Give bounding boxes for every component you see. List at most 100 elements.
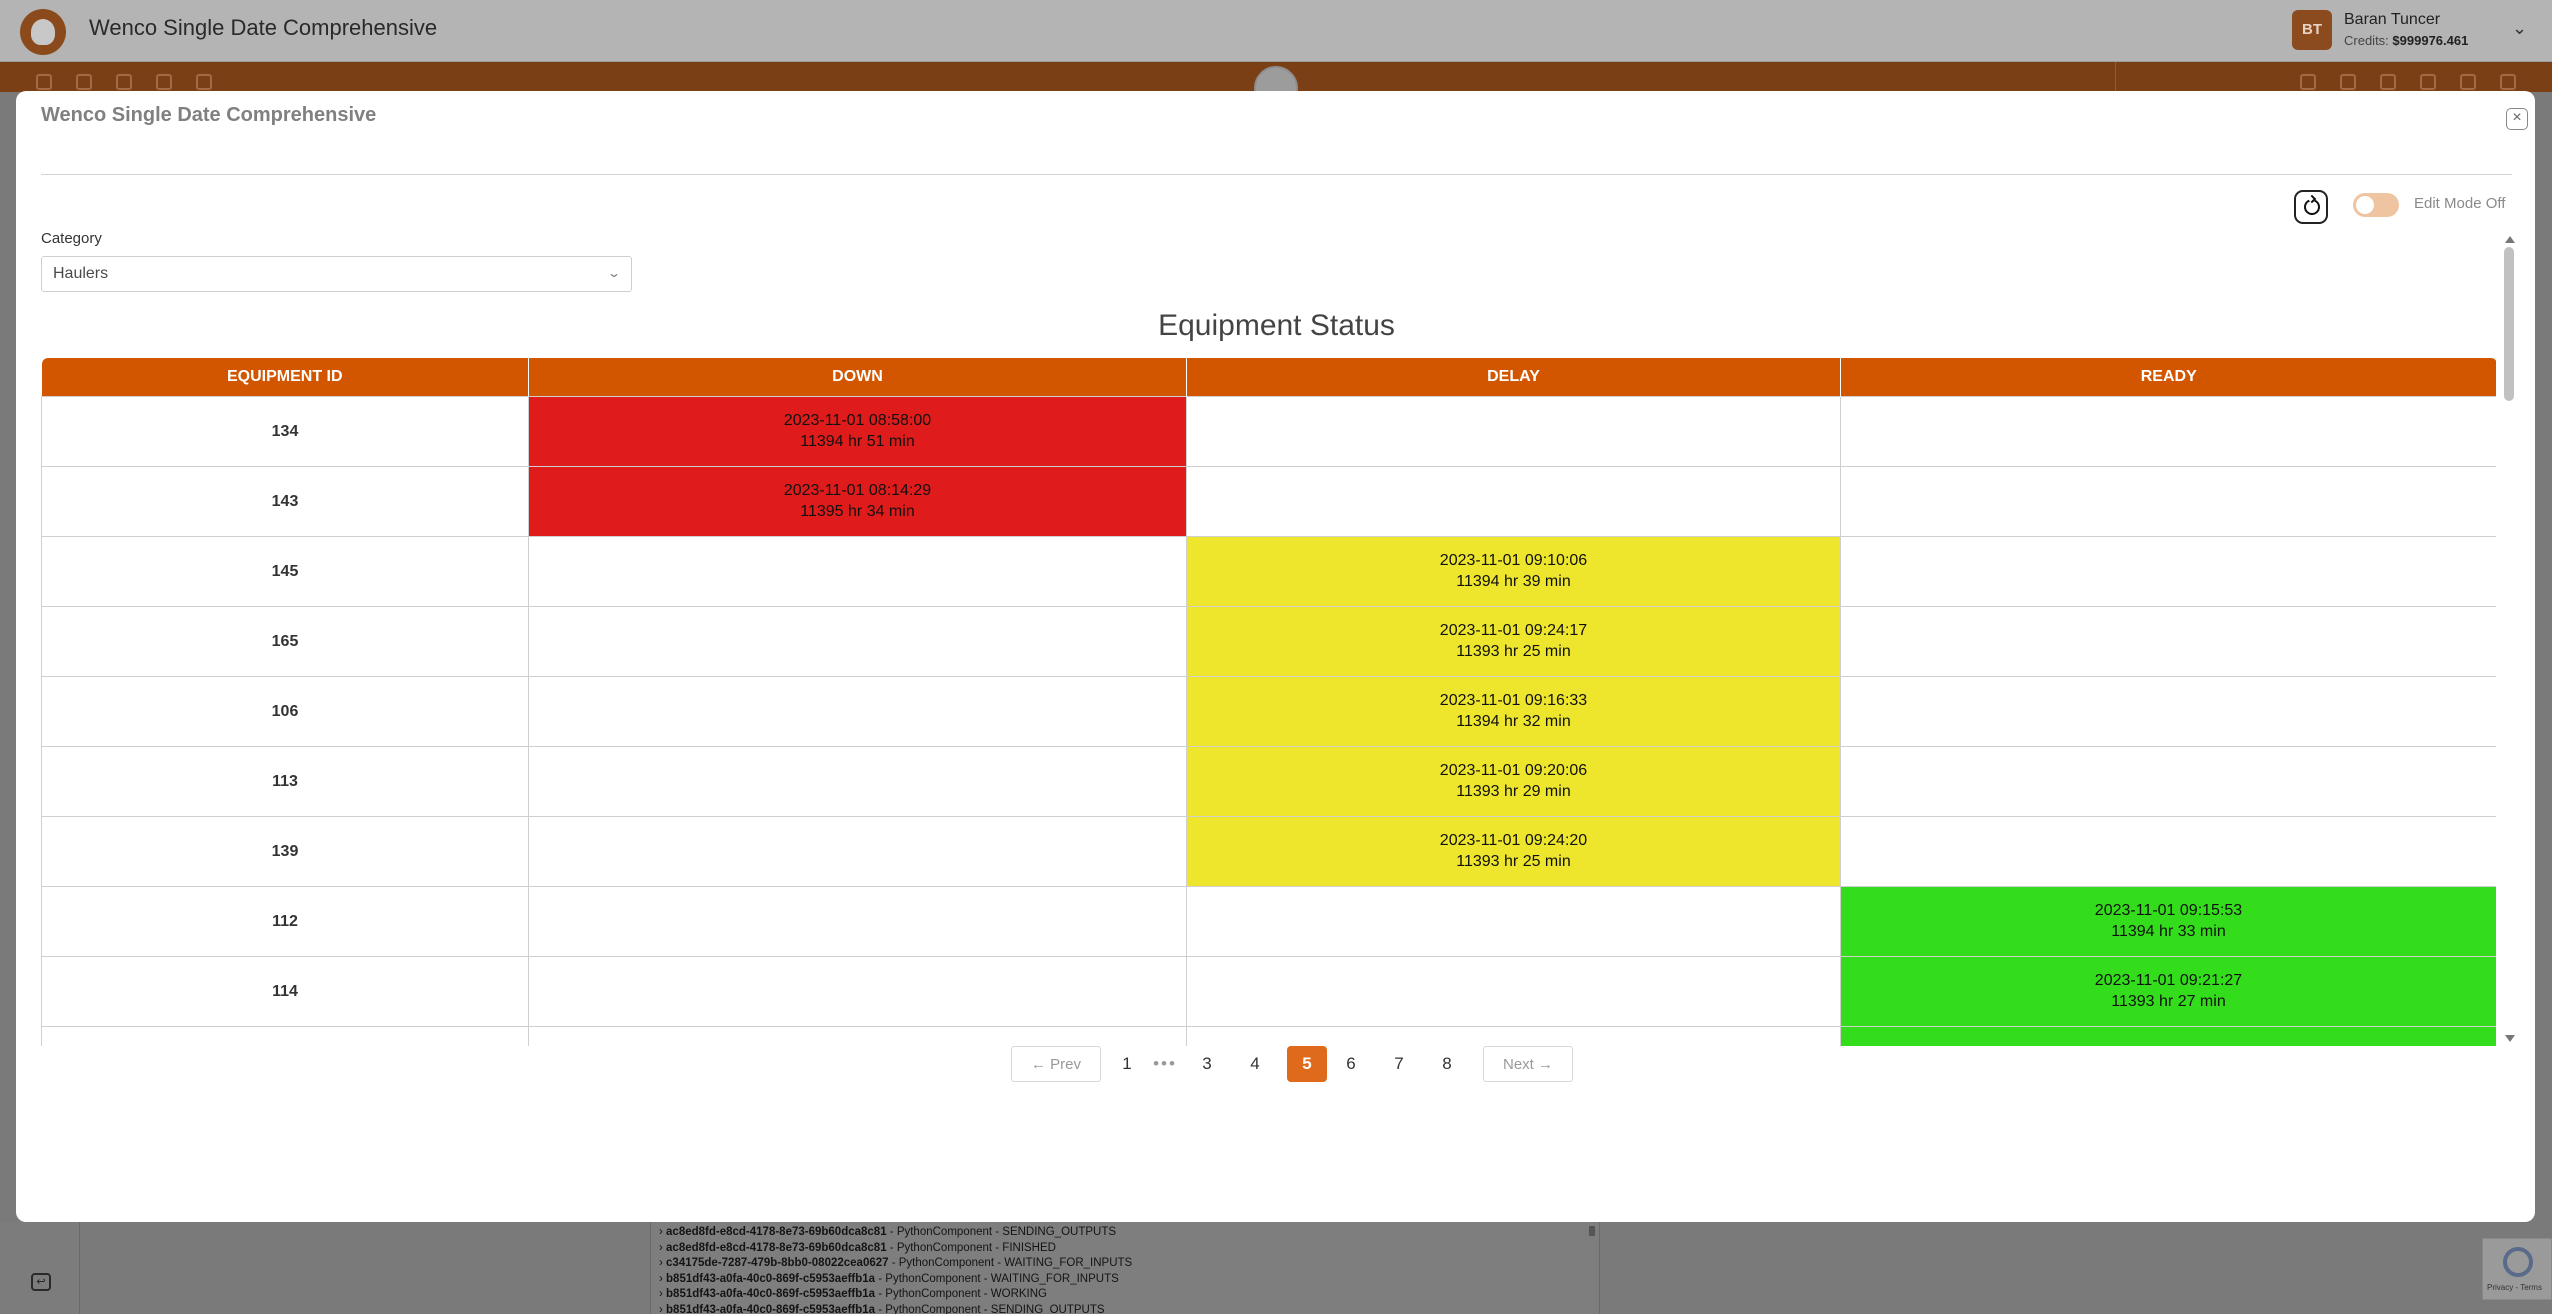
chevron-down-icon: ⌄ [606,266,622,280]
user-credits: Credits: $999976.461 [2344,33,2468,48]
col-ready[interactable]: READY [1840,358,2496,396]
page-1[interactable]: 1 [1111,1046,1143,1082]
arrow-left-icon: ← [1030,1056,1046,1073]
component-status: - PythonComponent - WAITING_FOR_INPUTS [875,1272,1119,1285]
recaptcha-icon [2503,1247,2533,1277]
layout-icon[interactable] [2340,74,2356,90]
recaptcha-footer[interactable]: Privacy - Terms [2487,1283,2542,1292]
credits-label: Credits: [2344,33,2389,48]
delay-cell: 2023-11-01 09:24:17 11393 hr 25 min [1186,605,1841,677]
refresh-button[interactable] [2294,190,2328,224]
table-row: 114 2023-11-01 09:21:27 11393 hr 27 min [41,955,2496,1027]
app-logo[interactable] [20,9,66,55]
status-time: 2023-11-01 09:21:27 [2094,972,2243,989]
status-duration: 11393 hr 29 min [1456,783,1571,800]
down-cell [528,885,1187,957]
redo-icon[interactable] [76,74,92,90]
comment-icon[interactable] [2380,74,2396,90]
page-4[interactable]: 4 [1239,1046,1271,1082]
status-duration: 11393 hr 27 min [2111,993,2226,1010]
page-5-current[interactable]: 5 [1287,1046,1327,1082]
component-status: - PythonComponent - FINISHED [886,1241,1056,1254]
equipment-id-cell: 114 [41,955,529,1027]
status-duration: 11394 hr 32 min [1456,713,1571,730]
down-cell [528,675,1187,747]
chevron-right-icon: › [659,1288,667,1300]
console-line: › c34175de-7287-479b-8bb0-08022cea0627 -… [659,1256,1599,1272]
category-value: Haulers [53,265,109,282]
copy-icon[interactable] [116,74,132,90]
save-icon[interactable] [156,74,172,90]
delete-icon[interactable] [2500,74,2516,90]
page-7[interactable]: 7 [1383,1046,1415,1082]
scroll-thumb[interactable] [2504,247,2514,401]
ready-cell: 2023-11-01 09:18:55 [1840,1025,2496,1046]
component-id: b851df43-a0fa-40c0-869f-c5953aeffb1a [666,1303,876,1314]
table-row: 113 2023-11-01 09:20:06 11393 hr 29 min [41,745,2496,817]
down-cell: 2023-11-01 08:58:00 11394 hr 51 min [528,395,1187,467]
next-page-button[interactable]: Next → [1483,1046,1573,1082]
modal-title: Wenco Single Date Comprehensive [41,104,377,126]
equipment-id-cell: 106 [41,675,529,747]
undo-icon[interactable] [36,74,52,90]
table-row: 139 2023-11-01 09:24:20 11393 hr 25 min [41,815,2496,887]
equipment-id-cell: 143 [41,465,529,537]
ready-cell [1840,815,2496,887]
console-log: › ac8ed8fd-e8cd-4178-8e73-69b60dca8c81 -… [650,1222,1600,1314]
chevron-right-icon: › [659,1241,667,1254]
credits-value: $999976.461 [2392,33,2469,48]
delay-cell: 2023-11-01 09:10:06 11394 hr 39 min [1186,535,1841,607]
ready-cell: 2023-11-01 09:21:27 11393 hr 27 min [1840,955,2496,1027]
arrow-right-icon: → [1538,1056,1553,1073]
settings-icon[interactable] [196,74,212,90]
edit-mode-label: Edit Mode Off [2414,195,2506,212]
export-icon[interactable] [2300,74,2316,90]
status-duration: 11394 hr 33 min [2111,923,2226,940]
component-status: - PythonComponent - SENDING_OUTPUTS [875,1303,1105,1314]
equipment-status-table: EQUIPMENT ID DOWN DELAY READY 134 2023-11… [41,358,2496,1046]
table-header-row: EQUIPMENT ID DOWN DELAY READY [41,358,2496,396]
table-row: 2023-11-01 09:18:55 [41,1025,2496,1046]
equipment-id-cell: 165 [41,605,529,677]
table-row: 145 2023-11-01 09:10:06 11394 hr 39 min [41,535,2496,607]
ready-cell [1840,745,2496,817]
status-time: 2023-11-01 08:14:29 [783,482,932,499]
category-select[interactable]: Haulers ⌄ [41,256,632,292]
delay-cell: 2023-11-01 09:16:33 11394 hr 32 min [1186,675,1841,747]
exit-icon[interactable]: ↩ [31,1273,51,1291]
col-delay[interactable]: DELAY [1186,358,1841,396]
col-down[interactable]: DOWN [528,358,1187,396]
console-line: › b851df43-a0fa-40c0-869f-c5953aeffb1a -… [659,1287,1599,1303]
grid-icon[interactable] [2420,74,2436,90]
duplicate-icon[interactable] [2460,74,2476,90]
report-title: Equipment Status [1158,309,1395,342]
equipment-id-cell: 139 [41,815,529,887]
equipment-id-cell: 145 [41,535,529,607]
console-line: › ac8ed8fd-e8cd-4178-8e73-69b60dca8c81 -… [659,1241,1599,1257]
console-line: › ac8ed8fd-e8cd-4178-8e73-69b60dca8c81 -… [659,1225,1599,1241]
page-6[interactable]: 6 [1335,1046,1367,1082]
scroll-up-icon[interactable] [2505,236,2515,243]
col-equipment-id[interactable]: EQUIPMENT ID [41,358,529,396]
ready-cell [1840,465,2496,537]
scroll-down-icon[interactable] [2505,1035,2515,1042]
table-row: 134 2023-11-01 08:58:00 11394 hr 51 min [41,395,2496,467]
edit-mode-toggle[interactable] [2353,193,2399,217]
equipment-id-cell [41,1025,529,1046]
status-duration: 11394 hr 51 min [800,433,915,450]
prev-page-button[interactable]: ← Prev [1011,1046,1101,1082]
table-scrollbar[interactable] [2503,236,2517,1046]
recaptcha-badge[interactable]: Privacy - Terms [2482,1238,2552,1300]
delay-cell [1186,885,1841,957]
chevron-down-icon[interactable]: ⌄ [2512,18,2527,39]
close-icon[interactable]: × [2506,108,2528,130]
page-8[interactable]: 8 [1431,1046,1463,1082]
canvas-area [80,1222,650,1314]
category-label: Category [41,230,102,247]
console-scrollbar[interactable] [1589,1226,1595,1236]
component-id: ac8ed8fd-e8cd-4178-8e73-69b60dca8c81 [666,1241,887,1254]
table-row: 165 2023-11-01 09:24:17 11393 hr 25 min [41,605,2496,677]
status-duration: 11395 hr 34 min [800,503,915,520]
page-3[interactable]: 3 [1191,1046,1223,1082]
avatar[interactable]: BT [2292,10,2332,50]
